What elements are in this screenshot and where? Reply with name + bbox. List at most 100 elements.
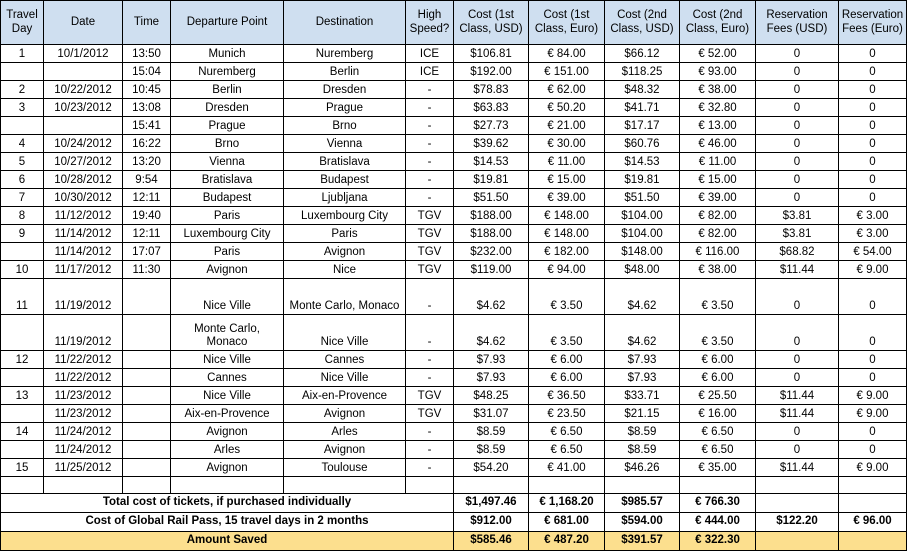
table-cell[interactable]: $118.25 [604,62,680,81]
table-cell[interactable]: TGV [405,404,454,423]
table-cell[interactable]: 10/23/2012 [43,98,123,117]
summary-value[interactable] [838,531,907,551]
table-cell[interactable]: 14 [0,422,44,441]
table-cell[interactable]: € 116.00 [679,242,756,261]
table-cell[interactable]: 10/1/2012 [43,44,123,63]
table-cell[interactable]: 0 [755,368,839,387]
table-cell[interactable]: Luxembourg City [283,206,406,225]
table-cell[interactable]: Monte Carlo, Monaco [283,278,406,315]
table-cell[interactable]: 0 [755,152,839,171]
summary-value[interactable]: $985.57 [604,493,680,513]
table-cell[interactable]: € 39.00 [528,188,605,207]
table-cell[interactable]: Nice Ville [170,350,284,369]
table-cell[interactable]: 0 [755,62,839,81]
table-cell[interactable]: 11 [0,278,44,315]
table-cell[interactable] [755,476,839,494]
table-cell[interactable]: $4.62 [453,278,529,315]
table-cell[interactable]: 0 [838,134,907,153]
summary-value[interactable]: $912.00 [453,512,529,532]
table-cell[interactable]: 9 [0,224,44,243]
table-cell[interactable]: $48.32 [604,80,680,99]
table-cell[interactable]: $106.81 [453,44,529,63]
table-cell[interactable]: 12:11 [122,188,171,207]
table-cell[interactable]: € 9.00 [838,386,907,405]
table-cell[interactable]: Paris [170,242,284,261]
table-cell[interactable]: 0 [838,440,907,459]
table-cell[interactable] [122,422,171,441]
table-cell[interactable] [0,62,44,81]
table-cell[interactable]: $3.81 [755,206,839,225]
table-cell[interactable]: ICE [405,62,454,81]
table-cell[interactable]: € 32.80 [679,98,756,117]
table-cell[interactable]: Paris [170,206,284,225]
table-cell[interactable]: $48.00 [604,260,680,279]
table-cell[interactable]: 10/22/2012 [43,80,123,99]
summary-value[interactable]: € 322.30 [679,531,756,551]
table-cell[interactable]: $11.44 [755,386,839,405]
column-header[interactable]: Reservation Fees (USD) [755,0,839,45]
summary-value[interactable] [838,493,907,513]
table-cell[interactable]: Brno [283,116,406,135]
table-cell[interactable] [122,314,171,351]
summary-value[interactable] [755,531,839,551]
table-cell[interactable]: $4.62 [604,278,680,315]
table-cell[interactable]: € 39.00 [679,188,756,207]
table-cell[interactable] [0,476,44,494]
column-header[interactable]: Cost (1st Class, USD) [453,0,529,45]
table-cell[interactable]: - [405,368,454,387]
table-cell[interactable]: $8.59 [453,440,529,459]
table-cell[interactable]: 11/14/2012 [43,224,123,243]
table-cell[interactable] [122,368,171,387]
table-cell[interactable]: Nuremberg [283,44,406,63]
table-cell[interactable]: 15:41 [122,116,171,135]
table-cell[interactable]: 11/14/2012 [43,242,123,261]
table-cell[interactable]: 11/24/2012 [43,422,123,441]
table-cell[interactable]: $104.00 [604,224,680,243]
table-cell[interactable]: - [405,80,454,99]
table-cell[interactable]: 10:45 [122,80,171,99]
table-cell[interactable]: $19.81 [604,170,680,189]
summary-value[interactable]: € 487.20 [528,531,605,551]
table-cell[interactable] [0,368,44,387]
table-cell[interactable]: 10/28/2012 [43,170,123,189]
table-cell[interactable]: € 11.00 [679,152,756,171]
table-cell[interactable]: € 84.00 [528,44,605,63]
table-cell[interactable]: 11/17/2012 [43,260,123,279]
table-cell[interactable]: € 21.00 [528,116,605,135]
table-cell[interactable]: 0 [755,422,839,441]
table-cell[interactable]: TGV [405,386,454,405]
table-cell[interactable]: $8.59 [604,422,680,441]
table-cell[interactable]: € 9.00 [838,458,907,477]
table-cell[interactable] [122,458,171,477]
table-cell[interactable]: Paris [283,224,406,243]
table-cell[interactable]: 0 [755,278,839,315]
column-header[interactable]: Cost (1st Class, Euro) [528,0,605,45]
table-cell[interactable] [838,476,907,494]
table-cell[interactable] [122,440,171,459]
table-cell[interactable] [122,350,171,369]
table-cell[interactable] [170,476,284,494]
table-cell[interactable]: Brno [170,134,284,153]
column-header[interactable]: Date [43,0,123,45]
table-cell[interactable]: € 151.00 [528,62,605,81]
table-cell[interactable]: 12 [0,350,44,369]
table-cell[interactable]: TGV [405,224,454,243]
table-cell[interactable]: 11/19/2012 [43,314,123,351]
table-cell[interactable]: - [405,134,454,153]
table-cell[interactable]: TGV [405,206,454,225]
table-cell[interactable]: € 16.00 [679,404,756,423]
table-cell[interactable]: Cannes [170,368,284,387]
table-cell[interactable]: 5 [0,152,44,171]
table-cell[interactable]: $11.44 [755,260,839,279]
table-cell[interactable]: $48.25 [453,386,529,405]
table-cell[interactable]: 0 [838,278,907,315]
table-cell[interactable]: $51.50 [453,188,529,207]
table-cell[interactable]: Aix-en-Provence [283,386,406,405]
table-cell[interactable]: 0 [755,134,839,153]
table-cell[interactable]: Bratislava [170,170,284,189]
summary-value[interactable]: € 681.00 [528,512,605,532]
table-cell[interactable]: 11/24/2012 [43,440,123,459]
table-cell[interactable]: 0 [755,44,839,63]
table-cell[interactable]: Arles [283,422,406,441]
table-cell[interactable] [604,476,680,494]
